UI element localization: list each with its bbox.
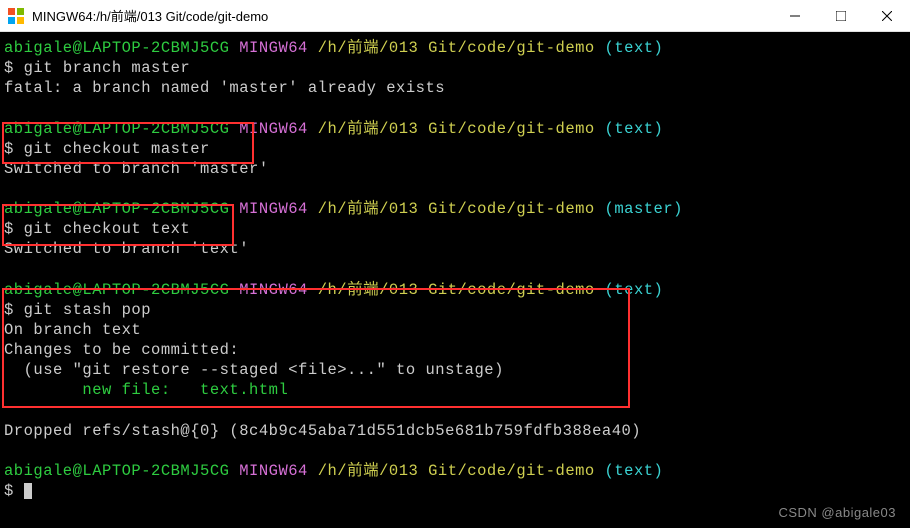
command-line: $ — [4, 481, 906, 501]
path-text: /h/前端/013 Git/code/git-demo — [318, 200, 595, 218]
path-text: /h/前端/013 Git/code/git-demo — [318, 120, 595, 138]
output-line: fatal: a branch named 'master' already e… — [4, 78, 906, 98]
branch-label: (text) — [605, 120, 664, 138]
maximize-icon — [836, 11, 846, 21]
prompt-line: abigale@LAPTOP-2CBMJ5CG MINGW64 /h/前端/01… — [4, 461, 906, 481]
env-label: MINGW64 — [239, 462, 308, 480]
titlebar: MINGW64:/h/前端/013 Git/code/git-demo — [0, 0, 910, 32]
branch-label: (text) — [605, 39, 664, 57]
prompt-dollar: $ — [4, 482, 24, 500]
branch-label: (text) — [605, 462, 664, 480]
maximize-button[interactable] — [818, 0, 864, 32]
window-title: MINGW64:/h/前端/013 Git/code/git-demo — [32, 6, 772, 25]
output-line: Dropped refs/stash@{0} (8c4b9c45aba71d55… — [4, 421, 906, 441]
user-host: abigale@LAPTOP-2CBMJ5CG — [4, 462, 229, 480]
highlight-box-3 — [2, 288, 630, 408]
highlight-box-2 — [2, 204, 234, 246]
close-icon — [882, 11, 892, 21]
branch-label: (master) — [605, 200, 683, 218]
terminal-body[interactable]: abigale@LAPTOP-2CBMJ5CG MINGW64 /h/前端/01… — [0, 32, 910, 528]
cursor — [24, 483, 32, 499]
env-label: MINGW64 — [239, 39, 308, 57]
blank-line — [4, 98, 906, 118]
prompt-dollar: $ — [4, 59, 24, 77]
command-text: git branch master — [24, 59, 191, 77]
env-label: MINGW64 — [239, 200, 308, 218]
highlight-box-1 — [2, 122, 254, 164]
close-button[interactable] — [864, 0, 910, 32]
watermark: CSDN @abigale03 — [778, 505, 896, 522]
minimize-icon — [790, 11, 800, 21]
blank-line — [4, 260, 906, 280]
blank-line — [4, 179, 906, 199]
command-line: $ git branch master — [4, 58, 906, 78]
user-host: abigale@LAPTOP-2CBMJ5CG — [4, 39, 229, 57]
blank-line — [4, 441, 906, 461]
path-text: /h/前端/013 Git/code/git-demo — [318, 39, 595, 57]
mingw-icon — [8, 8, 24, 24]
minimize-button[interactable] — [772, 0, 818, 32]
window-controls — [772, 0, 910, 32]
path-text: /h/前端/013 Git/code/git-demo — [318, 462, 595, 480]
prompt-line: abigale@LAPTOP-2CBMJ5CG MINGW64 /h/前端/01… — [4, 38, 906, 58]
